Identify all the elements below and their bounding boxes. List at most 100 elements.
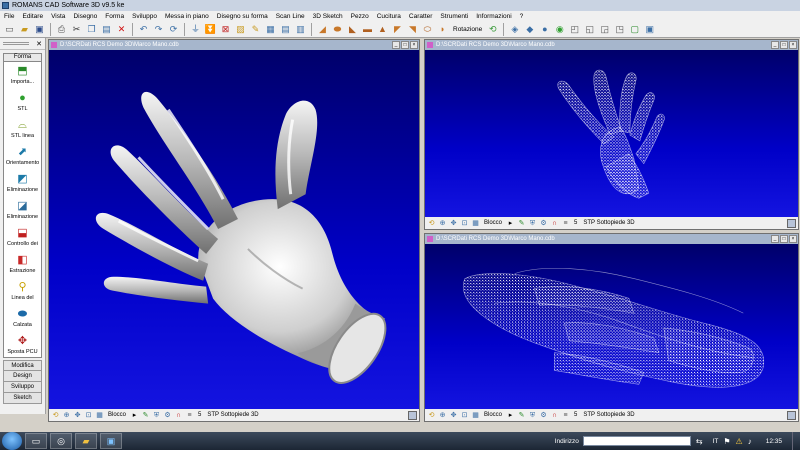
go-icon[interactable]: ⇆ bbox=[696, 437, 703, 446]
copy-icon[interactable]: ❐ bbox=[85, 23, 98, 36]
block-label[interactable]: Blocco bbox=[108, 412, 126, 418]
show-desktop-button[interactable] bbox=[792, 432, 800, 450]
taskbar-window-icon[interactable]: ▭ bbox=[25, 433, 47, 449]
menu-help[interactable]: ? bbox=[520, 13, 524, 20]
edit-view-icon[interactable]: ✎ bbox=[517, 411, 526, 420]
new-icon[interactable]: ▭ bbox=[3, 23, 16, 36]
save-icon[interactable]: ▣ bbox=[33, 23, 46, 36]
undo-icon[interactable]: ↶ bbox=[137, 23, 150, 36]
close-icon[interactable]: ✕ bbox=[36, 40, 42, 48]
magnet-icon[interactable]: ∩ bbox=[174, 411, 183, 420]
maximize-button[interactable]: □ bbox=[780, 41, 788, 49]
menu-3d-sketch[interactable]: 3D Sketch bbox=[313, 13, 343, 20]
zoom-icon[interactable]: ⊕ bbox=[438, 219, 447, 228]
box-view-3-icon[interactable]: ◲ bbox=[598, 23, 611, 36]
color-icon[interactable]: ◉ bbox=[553, 23, 566, 36]
layers-icon[interactable]: ≡ bbox=[561, 411, 570, 420]
taskbar-folder-icon[interactable]: ▰ bbox=[75, 433, 97, 449]
pan-icon[interactable]: ✥ bbox=[449, 411, 458, 420]
box-view-2-icon[interactable]: ◱ bbox=[583, 23, 596, 36]
tool-stl-linea[interactable]: ⌓ STL linea bbox=[4, 116, 41, 143]
boot-icon[interactable]: ◤ bbox=[391, 23, 404, 36]
last-icon[interactable]: ◣ bbox=[346, 23, 359, 36]
grid-alt-icon[interactable]: ▥ bbox=[294, 23, 307, 36]
settings-view-icon[interactable]: ⚙ bbox=[539, 411, 548, 420]
filter-down-icon[interactable]: ⏬ bbox=[204, 23, 217, 36]
address-input[interactable] bbox=[582, 436, 691, 446]
shoe-icon[interactable]: ◢ bbox=[316, 23, 329, 36]
flag-icon[interactable]: ⚑ bbox=[723, 437, 730, 446]
rotate-view-icon[interactable]: ⟲ bbox=[51, 411, 60, 420]
menu-forma[interactable]: Forma bbox=[105, 13, 124, 20]
redo-icon[interactable]: ↷ bbox=[152, 23, 165, 36]
pan-icon[interactable]: ✥ bbox=[449, 219, 458, 228]
comment-icon[interactable]: ▨ bbox=[234, 23, 247, 36]
zoom-icon[interactable]: ⊕ bbox=[62, 411, 71, 420]
filter-x-icon[interactable]: ⊠ bbox=[219, 23, 232, 36]
3d-viewport-pointcloud[interactable] bbox=[425, 50, 798, 217]
clock[interactable]: 12:35 bbox=[766, 438, 782, 445]
menu-vista[interactable]: Vista bbox=[51, 13, 65, 20]
cube-icon[interactable]: ◈ bbox=[508, 23, 521, 36]
view-options-icon[interactable] bbox=[408, 410, 417, 420]
open-icon[interactable]: ▰ bbox=[18, 23, 31, 36]
box-view-icon[interactable]: ◰ bbox=[568, 23, 581, 36]
print-icon[interactable]: ⎙ bbox=[55, 23, 68, 36]
close-button[interactable]: × bbox=[789, 41, 797, 49]
grid-toggle-icon[interactable]: ▦ bbox=[471, 411, 480, 420]
view-green-icon[interactable]: ▢ bbox=[628, 23, 641, 36]
filter-icon[interactable]: ⏚ bbox=[189, 23, 202, 36]
panel-section-title[interactable]: Forma bbox=[3, 53, 42, 62]
magnet-icon[interactable]: ∩ bbox=[550, 219, 559, 228]
view-options-icon[interactable] bbox=[787, 218, 796, 228]
3d-viewport-side[interactable] bbox=[425, 244, 798, 409]
refresh-icon[interactable]: ⟳ bbox=[167, 23, 180, 36]
shoe-side-icon[interactable]: ◥ bbox=[406, 23, 419, 36]
minimize-button[interactable]: _ bbox=[771, 41, 779, 49]
box-icon[interactable]: ◆ bbox=[523, 23, 536, 36]
box-view-4-icon[interactable]: ◳ bbox=[613, 23, 626, 36]
shield-icon[interactable]: ⛨ bbox=[528, 411, 537, 420]
tab-modifica[interactable]: Modifica bbox=[3, 360, 42, 371]
tool-controllo[interactable]: ⬓ Controllo dei bbox=[4, 224, 41, 251]
tool-calzata[interactable]: ⬬ Calzata bbox=[4, 305, 41, 332]
settings-view-icon[interactable]: ⚙ bbox=[163, 411, 172, 420]
tab-sketch[interactable]: Sketch bbox=[3, 393, 42, 404]
warning-icon[interactable]: ⚠ bbox=[736, 437, 743, 446]
menu-pezzo[interactable]: Pezzo bbox=[351, 13, 369, 20]
view-settings-icon[interactable]: ▣ bbox=[643, 23, 656, 36]
fit-icon[interactable]: ⊡ bbox=[84, 411, 93, 420]
menu-messa-in-piano[interactable]: Messa in piano bbox=[165, 13, 209, 20]
menu-sviluppo[interactable]: Sviluppo bbox=[132, 13, 157, 20]
volume-icon[interactable]: ♪ bbox=[748, 437, 752, 446]
play-icon[interactable]: ▸ bbox=[506, 219, 515, 228]
pan-icon[interactable]: ✥ bbox=[73, 411, 82, 420]
play-icon[interactable]: ▸ bbox=[506, 411, 515, 420]
panel-grip[interactable] bbox=[3, 42, 29, 45]
ruler-icon[interactable]: ▦ bbox=[264, 23, 277, 36]
sole-icon[interactable]: ▬ bbox=[361, 23, 374, 36]
tool-orientamento[interactable]: ⬈ Orientamento bbox=[4, 143, 41, 170]
maximize-button[interactable]: □ bbox=[780, 235, 788, 243]
shoe-top-icon[interactable]: ◗ bbox=[436, 23, 449, 36]
grid-icon[interactable]: ▤ bbox=[279, 23, 292, 36]
edit-view-icon[interactable]: ✎ bbox=[141, 411, 150, 420]
tool-importa[interactable]: ⬒ Importa... bbox=[4, 62, 41, 89]
sphere-icon[interactable]: ● bbox=[538, 23, 551, 36]
minimize-button[interactable]: _ bbox=[392, 41, 400, 49]
menu-file[interactable]: File bbox=[4, 13, 14, 20]
shield-icon[interactable]: ⛨ bbox=[528, 219, 537, 228]
rotate-view-icon[interactable]: ⟲ bbox=[427, 411, 436, 420]
taskbar-cd-icon[interactable]: ◎ bbox=[50, 433, 72, 449]
menu-scan-line[interactable]: Scan Line bbox=[276, 13, 305, 20]
view-options-icon[interactable] bbox=[787, 410, 796, 420]
maximize-button[interactable]: □ bbox=[401, 41, 409, 49]
settings-view-icon[interactable]: ⚙ bbox=[539, 219, 548, 228]
close-button[interactable]: × bbox=[410, 41, 418, 49]
tab-design[interactable]: Design bbox=[3, 371, 42, 382]
tool-stl[interactable]: ● STL bbox=[4, 89, 41, 116]
paste-icon[interactable]: ▤ bbox=[100, 23, 113, 36]
zoom-icon[interactable]: ⊕ bbox=[438, 411, 447, 420]
fit-icon[interactable]: ⊡ bbox=[460, 219, 469, 228]
menu-cucitura[interactable]: Cucitura bbox=[377, 13, 401, 20]
